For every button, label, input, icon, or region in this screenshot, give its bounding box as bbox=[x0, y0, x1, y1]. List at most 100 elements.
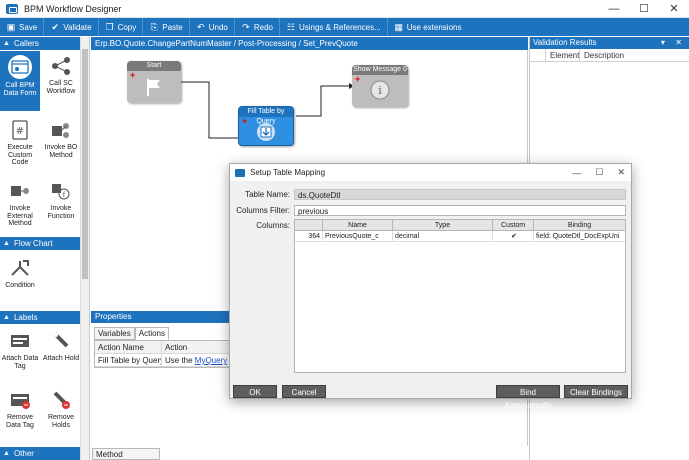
add-icon[interactable]: + bbox=[130, 71, 135, 80]
node-show-message[interactable]: Show Message 0 + i bbox=[352, 65, 408, 107]
row-binding-cell[interactable]: field: QuoteDtl_DocExpUni bbox=[534, 231, 625, 242]
column-name[interactable]: Name bbox=[323, 220, 393, 230]
ok-button[interactable]: OK bbox=[233, 385, 277, 398]
hold-icon bbox=[48, 330, 74, 352]
condition-icon bbox=[7, 257, 33, 279]
dialog-close-button[interactable]: ✕ bbox=[617, 167, 625, 178]
tab-variables[interactable]: Variables bbox=[94, 327, 135, 340]
data-tag-icon bbox=[7, 330, 33, 352]
category-callers[interactable]: ▲ Callers bbox=[0, 37, 81, 50]
minimize-button[interactable]: — bbox=[599, 0, 629, 18]
column-description[interactable]: Description bbox=[580, 49, 689, 61]
category-other[interactable]: ▲ Other bbox=[0, 447, 81, 460]
close-button[interactable]: ✕ bbox=[659, 0, 689, 18]
custom-checkbox[interactable]: ✔ bbox=[493, 231, 534, 242]
function-icon: f bbox=[48, 180, 74, 202]
breadcrumb: Erp.BO.Quote.ChangePartNumMaster / Post-… bbox=[91, 37, 528, 50]
column-custom[interactable]: Custom bbox=[493, 220, 534, 230]
validation-title: Validation Results ▾ ✕ bbox=[530, 37, 689, 49]
clear-bindings-button[interactable]: Clear Bindings bbox=[564, 385, 628, 398]
tool-invoke-bo-method[interactable]: Invoke BO Method bbox=[41, 119, 81, 159]
panel-controls[interactable]: ▾ ✕ bbox=[661, 37, 686, 49]
columns-label: Columns: bbox=[256, 221, 290, 230]
window-title: BPM Workflow Designer bbox=[24, 3, 122, 14]
scrollbar-thumb[interactable] bbox=[82, 49, 88, 279]
code-icon: # bbox=[7, 119, 33, 141]
category-flow-chart[interactable]: ▲ Flow Chart bbox=[0, 237, 81, 250]
tool-call-bpm-data-form[interactable]: Call BPM Data Form bbox=[0, 51, 40, 111]
node-fill-table-by-query[interactable]: Fill Table by Query + bbox=[238, 106, 294, 146]
form-icon bbox=[8, 55, 32, 79]
validation-grid-header: Element Description bbox=[530, 49, 689, 62]
references-icon: ☷ bbox=[286, 21, 295, 32]
row-name-cell: PreviousQuote_c bbox=[323, 231, 393, 242]
tool-invoke-external-method[interactable]: Invoke External Method bbox=[0, 180, 40, 228]
action-cell: Use the MyQuery qu bbox=[165, 356, 228, 365]
row-type-cell: decimal bbox=[393, 231, 493, 242]
tool-condition[interactable]: Condition bbox=[0, 257, 40, 290]
dialog-minimize-button[interactable]: — bbox=[572, 168, 581, 178]
node-start-title: Start bbox=[127, 61, 181, 71]
add-icon[interactable]: + bbox=[242, 117, 247, 126]
dialog-maximize-button[interactable]: ☐ bbox=[595, 167, 603, 178]
bo-method-icon bbox=[48, 119, 74, 141]
cancel-button[interactable]: Cancel bbox=[282, 385, 326, 398]
tool-execute-custom-code[interactable]: # Execute Custom Code bbox=[0, 119, 40, 167]
add-icon[interactable]: + bbox=[355, 75, 360, 84]
undo-icon: ↶ bbox=[196, 21, 205, 32]
save-button[interactable]: ▣ Save bbox=[0, 18, 45, 36]
tab-method-parameters[interactable]: Method parameters bbox=[92, 448, 160, 460]
category-labels[interactable]: ▲ Labels bbox=[0, 311, 81, 324]
node-show-message-title: Show Message 0 bbox=[352, 65, 408, 75]
bind-automatically-button[interactable]: Bind Automatically bbox=[496, 385, 560, 410]
table-row[interactable]: Fill Table by Query 3 Use the MyQuery qu bbox=[95, 354, 229, 367]
tool-attach-data-tag[interactable]: Attach Data Tag bbox=[0, 330, 40, 370]
tool-remove-holds[interactable]: Remove Holds bbox=[41, 389, 81, 429]
chevron-up-icon: ▲ bbox=[3, 450, 10, 457]
dialog-app-icon bbox=[235, 168, 245, 177]
paste-button[interactable]: ⎘ Paste bbox=[143, 18, 190, 36]
tool-attach-hold[interactable]: Attach Hold bbox=[41, 330, 81, 363]
action-name-cell: Fill Table by Query 3 bbox=[95, 354, 162, 366]
svg-text:i: i bbox=[378, 84, 382, 97]
myquery-link[interactable]: MyQuery bbox=[195, 356, 227, 365]
workflow-icon bbox=[48, 55, 74, 77]
check-icon: ✔ bbox=[51, 21, 59, 32]
copy-button[interactable]: ❐ Copy bbox=[99, 18, 144, 36]
main-toolbar: ▣ Save ✔ Validate ❐ Copy ⎘ Paste ↶ Undo ↷ Redo… bbox=[0, 18, 689, 36]
column-element[interactable]: Element bbox=[546, 49, 580, 61]
actions-table: Action Name Action Fill Table by Query 3… bbox=[94, 340, 230, 368]
column-action[interactable]: Action bbox=[162, 341, 229, 353]
chevron-up-icon: ▲ bbox=[3, 314, 10, 321]
columns-filter-label: Columns Filter: bbox=[236, 206, 290, 215]
title-bar: BPM Workflow Designer — ☐ ✕ bbox=[0, 0, 689, 18]
actions-header-row: Action Name Action bbox=[95, 341, 229, 354]
validate-button[interactable]: ✔ Validate bbox=[44, 18, 99, 36]
tool-call-sc-workflow[interactable]: Call SC Workflow bbox=[41, 55, 81, 95]
tab-actions[interactable]: Actions bbox=[134, 327, 169, 340]
copy-icon: ❐ bbox=[105, 21, 114, 32]
tool-remove-data-tag[interactable]: Remove Data Tag bbox=[0, 389, 40, 429]
columns-filter-input[interactable]: previous bbox=[294, 205, 626, 216]
setup-table-mapping-dialog: Setup Table Mapping — ☐ ✕ Table Name: ds… bbox=[229, 163, 632, 410]
redo-button[interactable]: ↷ Redo bbox=[235, 18, 280, 36]
chevron-up-icon: ▲ bbox=[3, 240, 10, 247]
column-binding[interactable]: Binding bbox=[534, 220, 625, 230]
usings-references-button[interactable]: ☷ Usings & References... bbox=[280, 18, 388, 36]
row-index: 364 bbox=[295, 231, 323, 242]
svg-text:f: f bbox=[63, 191, 66, 199]
columns-grid: Name Type Custom Binding 364 PreviousQuo… bbox=[294, 219, 626, 373]
external-method-icon bbox=[7, 180, 33, 202]
use-extensions-button[interactable]: ▦ Use extensions bbox=[388, 18, 468, 36]
node-start[interactable]: Start + bbox=[127, 61, 181, 103]
column-type[interactable]: Type bbox=[393, 220, 493, 230]
table-row[interactable]: 364 PreviousQuote_c decimal ✔ field: Quo… bbox=[295, 231, 625, 242]
maximize-button[interactable]: ☐ bbox=[629, 0, 659, 18]
toolbox-scrollbar[interactable] bbox=[80, 37, 89, 460]
toolbox-panel: ▲ Callers Call BPM Data Form Call SC Work… bbox=[0, 37, 90, 460]
remove-hold-icon bbox=[48, 389, 74, 411]
dialog-controls: — ☐ ✕ bbox=[572, 164, 625, 181]
tool-invoke-function[interactable]: f Invoke Function bbox=[41, 180, 81, 220]
column-action-name[interactable]: Action Name bbox=[95, 341, 162, 353]
undo-button[interactable]: ↶ Undo bbox=[190, 18, 235, 36]
